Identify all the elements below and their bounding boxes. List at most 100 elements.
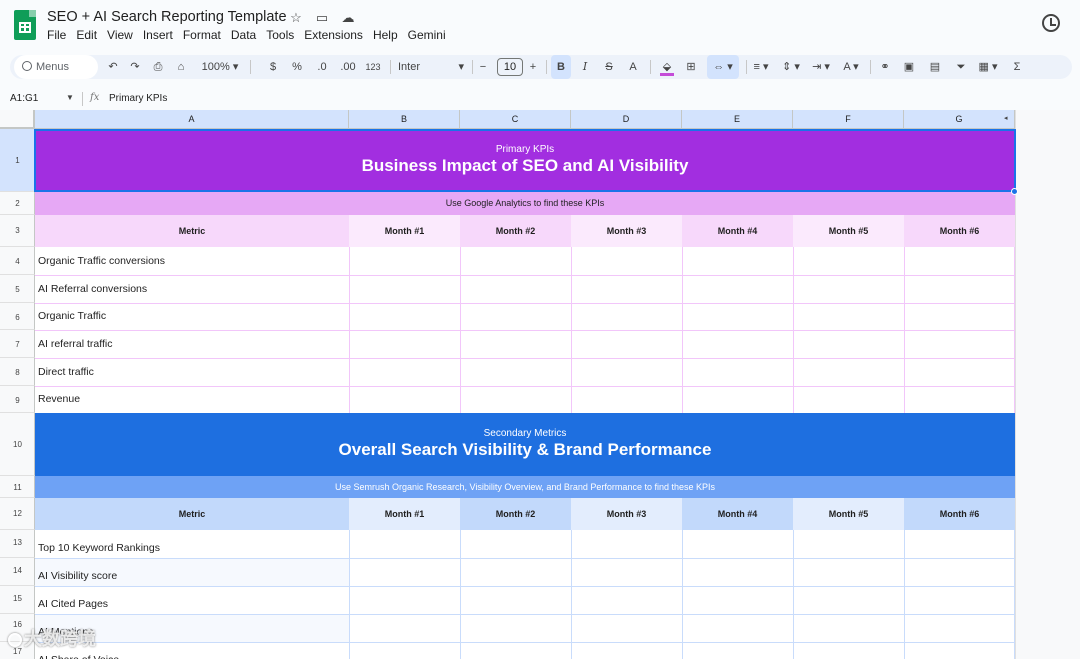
column-scroll-arrow-icon[interactable]: ◂ [1004, 114, 1008, 122]
zoom-select[interactable]: 100% ▾ [198, 55, 242, 79]
insert-link-icon[interactable]: ⚭ [876, 55, 894, 79]
horizontal-align-icon[interactable]: ≡ ▾ [748, 55, 774, 79]
row-header-13[interactable]: 13 [0, 530, 35, 558]
secondary-header-month-2[interactable]: Month #2 [460, 498, 571, 530]
column-header-e[interactable]: E [682, 110, 793, 129]
sheets-logo-icon[interactable] [14, 10, 36, 40]
text-wrapping-icon[interactable]: ⇥ ▾ [808, 55, 834, 79]
menu-data[interactable]: Data [231, 28, 256, 42]
font-size-decrease-button[interactable]: − [476, 55, 490, 79]
row-header-15[interactable]: 15 [0, 586, 35, 614]
row-header-9[interactable]: 9 [0, 386, 35, 413]
secondary-header-month-5[interactable]: Month #5 [793, 498, 904, 530]
column-header-d[interactable]: D [571, 110, 682, 129]
insert-chart-icon[interactable]: ▤ [926, 55, 944, 79]
select-all-corner[interactable] [0, 110, 35, 129]
secondary-metric-2[interactable]: AI Visibility score [35, 558, 349, 586]
primary-metric-2[interactable]: AI Referral conversions [35, 275, 349, 303]
row-header-8[interactable]: 8 [0, 358, 35, 386]
secondary-metric-1[interactable]: Top 10 Keyword Rankings [35, 530, 349, 558]
secondary-note[interactable]: Use Semrush Organic Research, Visibility… [35, 476, 1015, 498]
row-header-7[interactable]: 7 [0, 330, 35, 358]
increase-decimal-button[interactable]: .00 [337, 55, 359, 79]
column-header-c[interactable]: C [460, 110, 571, 129]
paint-format-icon[interactable]: ⌂ [172, 55, 190, 79]
primary-metric-5[interactable]: Direct traffic [35, 358, 349, 386]
sheet-grid[interactable]: A B C D E F G ◂ 1 2 3 4 5 6 7 8 9 10 11 … [0, 110, 1080, 659]
percent-button[interactable]: % [289, 55, 305, 79]
font-size-input[interactable]: 10 [497, 58, 523, 76]
text-rotation-icon[interactable]: A ▾ [838, 55, 864, 79]
print-icon[interactable]: ⎙ [149, 55, 167, 79]
cloud-saved-icon[interactable]: ☁ [340, 10, 356, 26]
primary-header-month-1[interactable]: Month #1 [349, 215, 460, 247]
decrease-decimal-button[interactable]: .0 [312, 55, 332, 79]
currency-button[interactable]: $ [265, 55, 281, 79]
merge-cells-icon[interactable]: ⇔ ▾ [707, 55, 739, 79]
strikethrough-button[interactable]: S [600, 55, 618, 79]
menu-view[interactable]: View [107, 28, 133, 42]
row-header-5[interactable]: 5 [0, 275, 35, 303]
primary-note[interactable]: Use Google Analytics to find these KPIs [35, 192, 1015, 215]
document-title[interactable]: SEO + AI Search Reporting Template [47, 9, 287, 25]
menu-insert[interactable]: Insert [143, 28, 173, 42]
primary-header-month-5[interactable]: Month #5 [793, 215, 904, 247]
menu-file[interactable]: File [47, 28, 66, 42]
version-history-icon[interactable] [1042, 14, 1060, 32]
functions-button[interactable]: Σ [1008, 55, 1026, 79]
font-size-increase-button[interactable]: + [526, 55, 540, 79]
bold-button[interactable]: B [551, 55, 571, 79]
menu-format[interactable]: Format [183, 28, 221, 42]
fill-handle[interactable] [1011, 188, 1018, 195]
secondary-header-metric[interactable]: Metric [35, 498, 349, 530]
undo-icon[interactable]: ↶ [104, 55, 122, 79]
filter-views-icon[interactable]: ▦ ▾ [974, 55, 1002, 79]
redo-icon[interactable]: ↷ [126, 55, 144, 79]
vertical-align-icon[interactable]: ⇕ ▾ [778, 55, 804, 79]
row-header-11[interactable]: 11 [0, 476, 35, 498]
primary-header-month-3[interactable]: Month #3 [571, 215, 682, 247]
text-color-button[interactable]: A [624, 55, 642, 79]
primary-metric-4[interactable]: AI referral traffic [35, 330, 349, 358]
primary-metric-1[interactable]: Organic Traffic conversions [35, 247, 349, 275]
row-header-6[interactable]: 6 [0, 303, 35, 330]
column-header-g[interactable]: G [904, 110, 1015, 129]
secondary-metric-3[interactable]: AI Cited Pages [35, 586, 349, 614]
star-icon[interactable]: ☆ [288, 10, 304, 26]
insert-comment-icon[interactable]: ▣ [900, 55, 918, 79]
filter-icon[interactable]: ⏷ [952, 55, 970, 79]
column-header-f[interactable]: F [793, 110, 904, 129]
menu-edit[interactable]: Edit [76, 28, 97, 42]
fill-color-icon[interactable]: ⬙ [656, 55, 678, 79]
secondary-header-month-3[interactable]: Month #3 [571, 498, 682, 530]
row-header-12[interactable]: 12 [0, 498, 35, 530]
row-header-4[interactable]: 4 [0, 247, 35, 275]
secondary-header-month-6[interactable]: Month #6 [904, 498, 1015, 530]
menu-tools[interactable]: Tools [266, 28, 294, 42]
chevron-down-icon[interactable]: ▼ [66, 93, 74, 102]
secondary-metrics-banner[interactable]: Secondary Metrics Overall Search Visibil… [35, 413, 1015, 476]
move-folder-icon[interactable]: ▭ [314, 10, 330, 26]
number-format-button[interactable]: 123 [362, 55, 384, 79]
row-header-14[interactable]: 14 [0, 558, 35, 586]
row-header-2[interactable]: 2 [0, 192, 35, 215]
name-box[interactable]: A1:G1 [10, 93, 38, 104]
column-header-a[interactable]: A [35, 110, 349, 129]
primary-metric-6[interactable]: Revenue [35, 386, 349, 413]
primary-header-month-2[interactable]: Month #2 [460, 215, 571, 247]
secondary-header-month-4[interactable]: Month #4 [682, 498, 793, 530]
menu-help[interactable]: Help [373, 28, 398, 42]
menu-extensions[interactable]: Extensions [304, 28, 363, 42]
row-header-1[interactable]: 1 [0, 129, 35, 192]
italic-button[interactable]: I [576, 55, 594, 79]
column-header-b[interactable]: B [349, 110, 460, 129]
primary-header-month-4[interactable]: Month #4 [682, 215, 793, 247]
primary-header-metric[interactable]: Metric [35, 215, 349, 247]
primary-metric-3[interactable]: Organic Traffic [35, 303, 349, 330]
formula-input[interactable]: Primary KPIs [109, 93, 167, 104]
secondary-header-month-1[interactable]: Month #1 [349, 498, 460, 530]
menu-gemini[interactable]: Gemini [408, 28, 446, 42]
borders-icon[interactable]: ⊞ [682, 55, 700, 79]
row-header-10[interactable]: 10 [0, 413, 35, 476]
search-menus-field[interactable]: Menus [14, 55, 98, 79]
